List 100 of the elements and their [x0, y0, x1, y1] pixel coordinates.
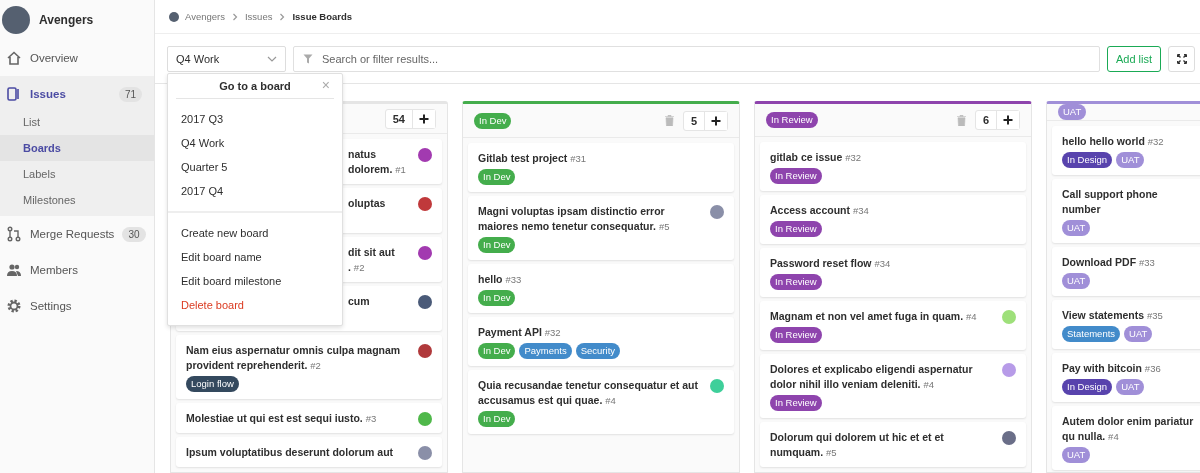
issue-card[interactable]: Molestiae ut qui est est sequi iusto. #3 [176, 403, 442, 433]
issue-title: Dolores et explicabo eligendi aspernatur dolor nihil illo veniam deleniti. #4 [770, 362, 974, 392]
project-name: Avengers [39, 13, 94, 27]
sidebar-subitem[interactable]: Labels [0, 161, 154, 187]
issue-card[interactable]: Dolorum qui dolorem ut hic et et et numquam. #5 [760, 422, 1026, 467]
issue-title: Gitlab test project #31 [478, 151, 588, 166]
label-tag: In Review [770, 274, 822, 290]
issue-title: hello #33 [478, 272, 523, 287]
sidebar-subitem[interactable]: Milestones [0, 187, 154, 213]
issue-card[interactable]: Quia recusandae tenetur consequatur et aut accusamus est qui quae. #4 In Dev [468, 370, 734, 434]
sidebar-subitem[interactable]: List [0, 109, 154, 135]
home-icon [6, 50, 22, 66]
issue-title: Download PDF #33 [1062, 255, 1156, 270]
sidebar-item[interactable]: Members [0, 255, 154, 285]
menu-item[interactable]: Q4 Work [168, 131, 342, 155]
sidebar-item[interactable]: Settings [0, 291, 154, 321]
project-avatar [169, 11, 179, 22]
label-tag: In Review [770, 221, 822, 237]
issue-title: cum [348, 294, 371, 309]
menu-item[interactable]: Edit board milestone [168, 269, 342, 293]
issue-title: dolorem. #1 [348, 162, 407, 177]
issue-card[interactable]: Nam eius aspernatur omnis culpa magnam provident reprehenderit. #2 Login flow [176, 335, 442, 399]
issue-card[interactable]: Password reset flow #34 In Review [760, 248, 1026, 297]
label-tag: Payments [519, 343, 572, 359]
sidebar-item[interactable]: Issues 71 [0, 79, 154, 109]
issue-card[interactable]: gitlab ce issue #32 In Review [760, 142, 1026, 191]
members-icon [6, 262, 22, 278]
count-badge: 30 [122, 226, 146, 242]
issue-title: Autem dolor enim pariatur qu nulla. #4 [1062, 414, 1195, 444]
issue-card[interactable]: Call support phone number UAT [1052, 179, 1200, 243]
menu-item[interactable]: Delete board [168, 293, 342, 317]
plus-icon [1003, 115, 1013, 125]
trash-icon [664, 115, 674, 126]
issue-title: dit sit aut [348, 245, 396, 260]
chevron-right-icon [230, 12, 239, 21]
board-dropdown[interactable]: Q4 Work [167, 46, 286, 72]
label-tag: Login flow [186, 376, 239, 392]
label-tag: Statements [1062, 326, 1121, 342]
issue-card[interactable]: Access account #34 In Review [760, 195, 1026, 244]
issue-title: . #2 [348, 260, 366, 275]
issue-title: Password reset flow #34 [770, 256, 892, 271]
settings-icon [6, 298, 22, 314]
menu-item[interactable]: Edit board name [168, 245, 342, 269]
label-tag: In Dev [474, 112, 512, 129]
issue-card[interactable]: View statements #35 Statements UAT [1052, 300, 1200, 349]
plus-icon [711, 115, 721, 126]
label-tag: UAT [1124, 326, 1153, 342]
issue-title: Ipsum voluptatibus deserunt dolorum aut [186, 445, 395, 460]
label-tag: In Review [766, 112, 818, 128]
label-tag: In Design [1062, 152, 1113, 168]
plus-icon [419, 113, 429, 124]
breadcrumb-link[interactable]: Issues [244, 11, 273, 22]
label-tag: In Review [770, 395, 822, 411]
label-tag: In Design [1062, 379, 1113, 395]
merge-request-icon [6, 226, 22, 242]
issues-icon [6, 86, 22, 102]
issue-card[interactable]: Gitlab test project #31 In Dev [468, 143, 734, 192]
project-avatar [2, 6, 30, 34]
breadcrumb-link[interactable]: Issue Boards [292, 11, 353, 22]
search-field[interactable]: Search or filter results... [293, 46, 1100, 72]
sidebar-item[interactable]: Merge Requests 30 [0, 219, 154, 249]
issue-card[interactable]: Dolores et explicabo eligendi aspernatur dolor nihil illo veniam deleniti. #4 In Review [760, 354, 1026, 418]
menu-item[interactable]: 2017 Q3 [168, 107, 342, 131]
fullscreen-button[interactable] [1168, 46, 1195, 72]
sidebar-subitem[interactable]: Boards [0, 135, 154, 161]
issue-title: Nam eius aspernatur omnis culpa magnam provident reprehenderit. #2 [186, 343, 402, 373]
issue-card[interactable]: Download PDF #33 UAT [1052, 247, 1200, 296]
filter-icon [303, 54, 313, 64]
label-tag: In Dev [478, 237, 516, 253]
chevron-right-icon [278, 12, 287, 21]
menu-item[interactable]: 2017 Q4 [168, 179, 342, 203]
issue-title: View statements #35 [1062, 308, 1164, 323]
issue-title: Pay with bitcoin #36 [1062, 361, 1162, 376]
sidebar-item[interactable]: Overview [0, 43, 154, 73]
issue-title: Dolorum qui dolorem ut hic et et et numquam. #5 [770, 430, 945, 460]
label-tag: UAT [1062, 220, 1091, 236]
issue-title: Payment API #32 [478, 325, 562, 340]
issue-card[interactable]: hello hello world #32 In Design UAT [1052, 126, 1200, 175]
issue-title: Call support phone number [1062, 187, 1159, 217]
menu-item[interactable]: Create new board [168, 221, 342, 245]
issue-card[interactable]: Payment API #32 In Dev Payments Security [468, 317, 734, 366]
label-tag: UAT [1062, 273, 1091, 289]
menu-item[interactable]: Quarter 5 [168, 155, 342, 179]
trash-icon [956, 114, 966, 126]
issue-card[interactable]: Autem dolor enim pariatur qu nulla. #4 UAT [1052, 406, 1200, 470]
issue-card[interactable]: Magni voluptas ipsam distinctio error maiores nemo tenetur consequatur. #5 In Dev [468, 196, 734, 260]
issue-card[interactable]: Ipsum voluptatibus deserunt dolorum aut [176, 437, 442, 467]
label-tag: In Dev [478, 343, 516, 359]
issue-card[interactable]: Magnam et non vel amet fuga in quam. #4 In Review [760, 301, 1026, 350]
issue-card[interactable]: hello #33 In Dev [468, 264, 734, 313]
issue-title: Molestiae ut qui est est sequi iusto. #3 [186, 411, 378, 426]
label-tag: UAT [1058, 104, 1087, 120]
issue-card[interactable]: Pay with bitcoin #36 In Design UAT [1052, 353, 1200, 402]
issue-title: Quia recusandae tenetur consequatur et aut accusamus est qui quae. #4 [478, 378, 699, 408]
label-tag: In Dev [478, 169, 516, 185]
label-tag: In Dev [478, 290, 516, 306]
breadcrumb-link[interactable]: Avengers [185, 11, 225, 22]
label-tag: In Review [770, 168, 822, 184]
fullscreen-icon [1176, 54, 1187, 64]
issue-title: Magnam et non vel amet fuga in quam. #4 [770, 309, 978, 324]
